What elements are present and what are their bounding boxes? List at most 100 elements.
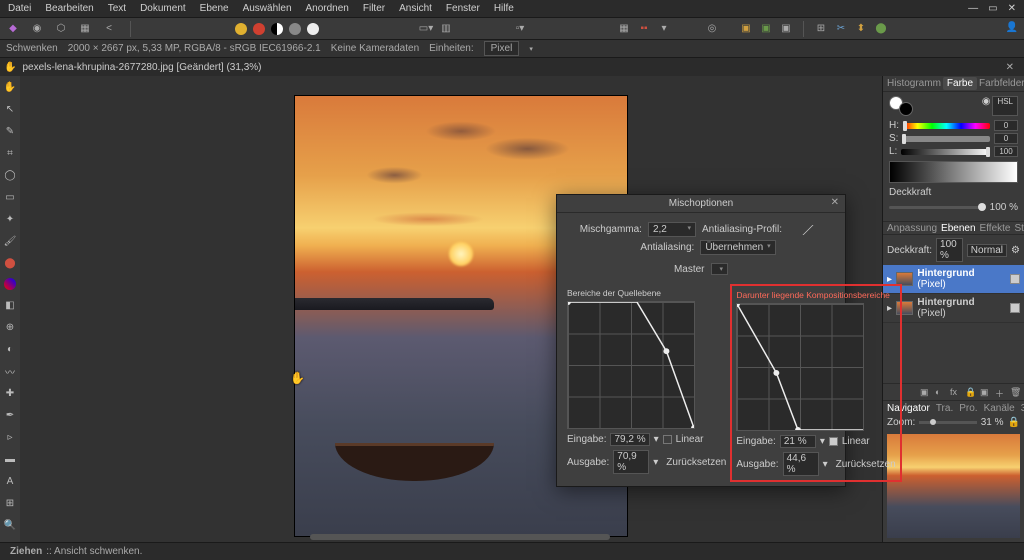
opacity-value[interactable]: 100 % bbox=[990, 202, 1018, 213]
delete-layer-icon[interactable]: 🗑 bbox=[1010, 387, 1020, 397]
underlying-output-value[interactable]: 44,6 % bbox=[783, 452, 819, 476]
clone-brush-icon[interactable]: ⊕ bbox=[3, 320, 17, 334]
move-tool-icon[interactable]: ↖ bbox=[3, 102, 17, 116]
crop-icon[interactable]: ✂ bbox=[834, 22, 848, 36]
hue-slider[interactable] bbox=[903, 123, 990, 129]
menu-dokument[interactable]: Dokument bbox=[140, 3, 186, 14]
menu-filter[interactable]: Filter bbox=[363, 3, 385, 14]
layer-opacity-value[interactable]: 100 % bbox=[936, 238, 963, 262]
opacity-slider[interactable] bbox=[889, 206, 986, 209]
secondary-color-swatch[interactable] bbox=[899, 102, 913, 116]
maximize-icon[interactable]: ▭ bbox=[988, 3, 997, 14]
sat-input[interactable] bbox=[994, 133, 1018, 144]
color-model-select[interactable]: HSL bbox=[992, 96, 1018, 116]
account-icon[interactable]: ⬤ bbox=[874, 22, 888, 36]
blend-opts-icon[interactable]: ⚙ bbox=[1011, 245, 1020, 256]
erase-brush-icon[interactable]: ◧ bbox=[3, 298, 17, 312]
source-reset-button[interactable]: Zurücksetzen bbox=[666, 457, 726, 468]
swatch-red-icon[interactable] bbox=[253, 23, 265, 35]
gamma-select[interactable]: 2,2 bbox=[648, 222, 696, 237]
view-tool-icon[interactable]: ✋ bbox=[3, 80, 17, 94]
resize-icon[interactable]: ⬍ bbox=[854, 22, 868, 36]
sat-slider[interactable] bbox=[902, 136, 990, 142]
underlying-reset-button[interactable]: Zurücksetzen bbox=[836, 459, 896, 470]
menu-ansicht[interactable]: Ansicht bbox=[399, 3, 432, 14]
tab-anpassung[interactable]: Anpassung bbox=[887, 223, 937, 234]
source-input-value[interactable]: 79,2 % bbox=[610, 433, 649, 446]
chevron-down-icon[interactable]: ▾ bbox=[529, 45, 533, 53]
menu-ebene[interactable]: Ebene bbox=[200, 3, 229, 14]
snapping-icon[interactable]: ▦ bbox=[617, 22, 631, 36]
master-select[interactable] bbox=[711, 263, 729, 275]
source-output-value[interactable]: 70,9 % bbox=[613, 450, 649, 474]
lum-input[interactable] bbox=[994, 146, 1018, 157]
group-layer-icon[interactable]: ▣ bbox=[980, 387, 990, 397]
fx-layer-icon[interactable]: fx bbox=[950, 387, 960, 397]
menu-text[interactable]: Text bbox=[108, 3, 126, 14]
color-picker-icon[interactable]: ✎ bbox=[3, 124, 17, 138]
zoom-tool-icon[interactable]: 🔍 bbox=[3, 518, 17, 532]
hue-input[interactable] bbox=[994, 120, 1018, 131]
menu-anordnen[interactable]: Anordnen bbox=[306, 3, 349, 14]
adjustment-layer-icon[interactable]: ◐ bbox=[935, 387, 945, 397]
user-icon[interactable]: 👤 bbox=[1006, 22, 1018, 33]
menu-hilfe[interactable]: Hilfe bbox=[494, 3, 514, 14]
persona-develop-icon[interactable]: ▦ bbox=[78, 22, 92, 36]
tab-protocol[interactable]: Pro. bbox=[959, 403, 977, 414]
arrange-group-icon[interactable]: ▣ bbox=[779, 22, 793, 36]
alignment-icon[interactable]: ▾ bbox=[657, 22, 671, 36]
shape-tool-icon[interactable]: ▬ bbox=[3, 452, 17, 466]
tab-transform[interactable]: Tra. bbox=[936, 403, 953, 414]
persona-export-icon[interactable]: < bbox=[102, 22, 116, 36]
persona-photo-icon[interactable]: ◉ bbox=[30, 22, 44, 36]
layer-visible-checkbox[interactable] bbox=[1010, 303, 1020, 313]
crop-tool-icon[interactable]: ⌗ bbox=[3, 146, 17, 160]
text-tool-icon[interactable]: A bbox=[3, 474, 17, 488]
selection-mode-icon[interactable]: ▭▾ bbox=[419, 22, 433, 36]
picker-icon[interactable]: ◉ bbox=[982, 96, 991, 116]
zoom-value[interactable]: 31 % bbox=[981, 417, 1004, 428]
underlying-curve[interactable] bbox=[736, 303, 864, 431]
layer-visible-checkbox[interactable] bbox=[1010, 274, 1020, 284]
swatch-grey-icon[interactable] bbox=[289, 23, 301, 35]
zoom-lock-icon[interactable]: 🔒 bbox=[1008, 417, 1020, 428]
tab-stile[interactable]: Stile bbox=[1014, 223, 1024, 234]
paint-brush-icon[interactable]: 🖌 bbox=[3, 234, 17, 248]
assistant-icon[interactable]: ◎ bbox=[705, 22, 719, 36]
aa-profile-curve[interactable] bbox=[788, 225, 828, 235]
persona-liquify-icon[interactable]: ⬡ bbox=[54, 22, 68, 36]
quick-mask-icon[interactable]: ▥ bbox=[439, 22, 453, 36]
healing-tool-icon[interactable]: ✚ bbox=[3, 386, 17, 400]
context-units-select[interactable]: Pixel bbox=[484, 41, 520, 56]
lock-children-icon[interactable]: ▫▾ bbox=[513, 22, 527, 36]
swatch-yellow-icon[interactable] bbox=[235, 23, 247, 35]
lock-layer-icon[interactable]: 🔒 bbox=[965, 387, 975, 397]
dialog-close-icon[interactable]: ✕ bbox=[831, 197, 839, 208]
mask-layer-icon[interactable]: ▣ bbox=[920, 387, 930, 397]
dodge-tool-icon[interactable]: ◐ bbox=[3, 342, 17, 356]
mesh-warp-icon[interactable]: ⊞ bbox=[3, 496, 17, 510]
zoom-slider[interactable] bbox=[919, 421, 976, 424]
blend-mode-select[interactable]: Normal bbox=[967, 244, 1007, 257]
tab-effekte[interactable]: Effekte bbox=[980, 223, 1011, 234]
source-linear-checkbox[interactable] bbox=[663, 435, 672, 444]
snap-opts-icon[interactable]: ▪▪ bbox=[637, 22, 651, 36]
fill-tool-icon[interactable]: ⬤ bbox=[3, 256, 17, 270]
menu-fenster[interactable]: Fenster bbox=[446, 3, 480, 14]
lum-slider[interactable] bbox=[901, 149, 990, 155]
arrange-back-icon[interactable]: ▣ bbox=[739, 22, 753, 36]
tab-farbfelder[interactable]: Farbfelder bbox=[979, 78, 1024, 89]
document-tab[interactable]: pexels-lena-khrupina-2677280.jpg [Geände… bbox=[22, 62, 261, 73]
arrange-forward-icon[interactable]: ▣ bbox=[759, 22, 773, 36]
marquee-tool-icon[interactable]: ▭ bbox=[3, 190, 17, 204]
aa-select[interactable]: Übernehmen bbox=[700, 240, 775, 255]
tab-histogramm[interactable]: Histogramm bbox=[887, 78, 941, 89]
tab-ebenen[interactable]: Ebenen bbox=[941, 223, 975, 234]
menu-bearbeiten[interactable]: Bearbeiten bbox=[45, 3, 93, 14]
selection-brush-icon[interactable]: ◯ bbox=[3, 168, 17, 182]
horizontal-scrollbar[interactable] bbox=[310, 534, 610, 540]
gradient-tool-icon[interactable] bbox=[4, 278, 16, 290]
pen-tool-icon[interactable]: ✒ bbox=[3, 408, 17, 422]
swatch-bw-icon[interactable] bbox=[271, 23, 283, 35]
layer-row[interactable]: ▸ Hintergrund (Pixel) bbox=[883, 265, 1024, 294]
